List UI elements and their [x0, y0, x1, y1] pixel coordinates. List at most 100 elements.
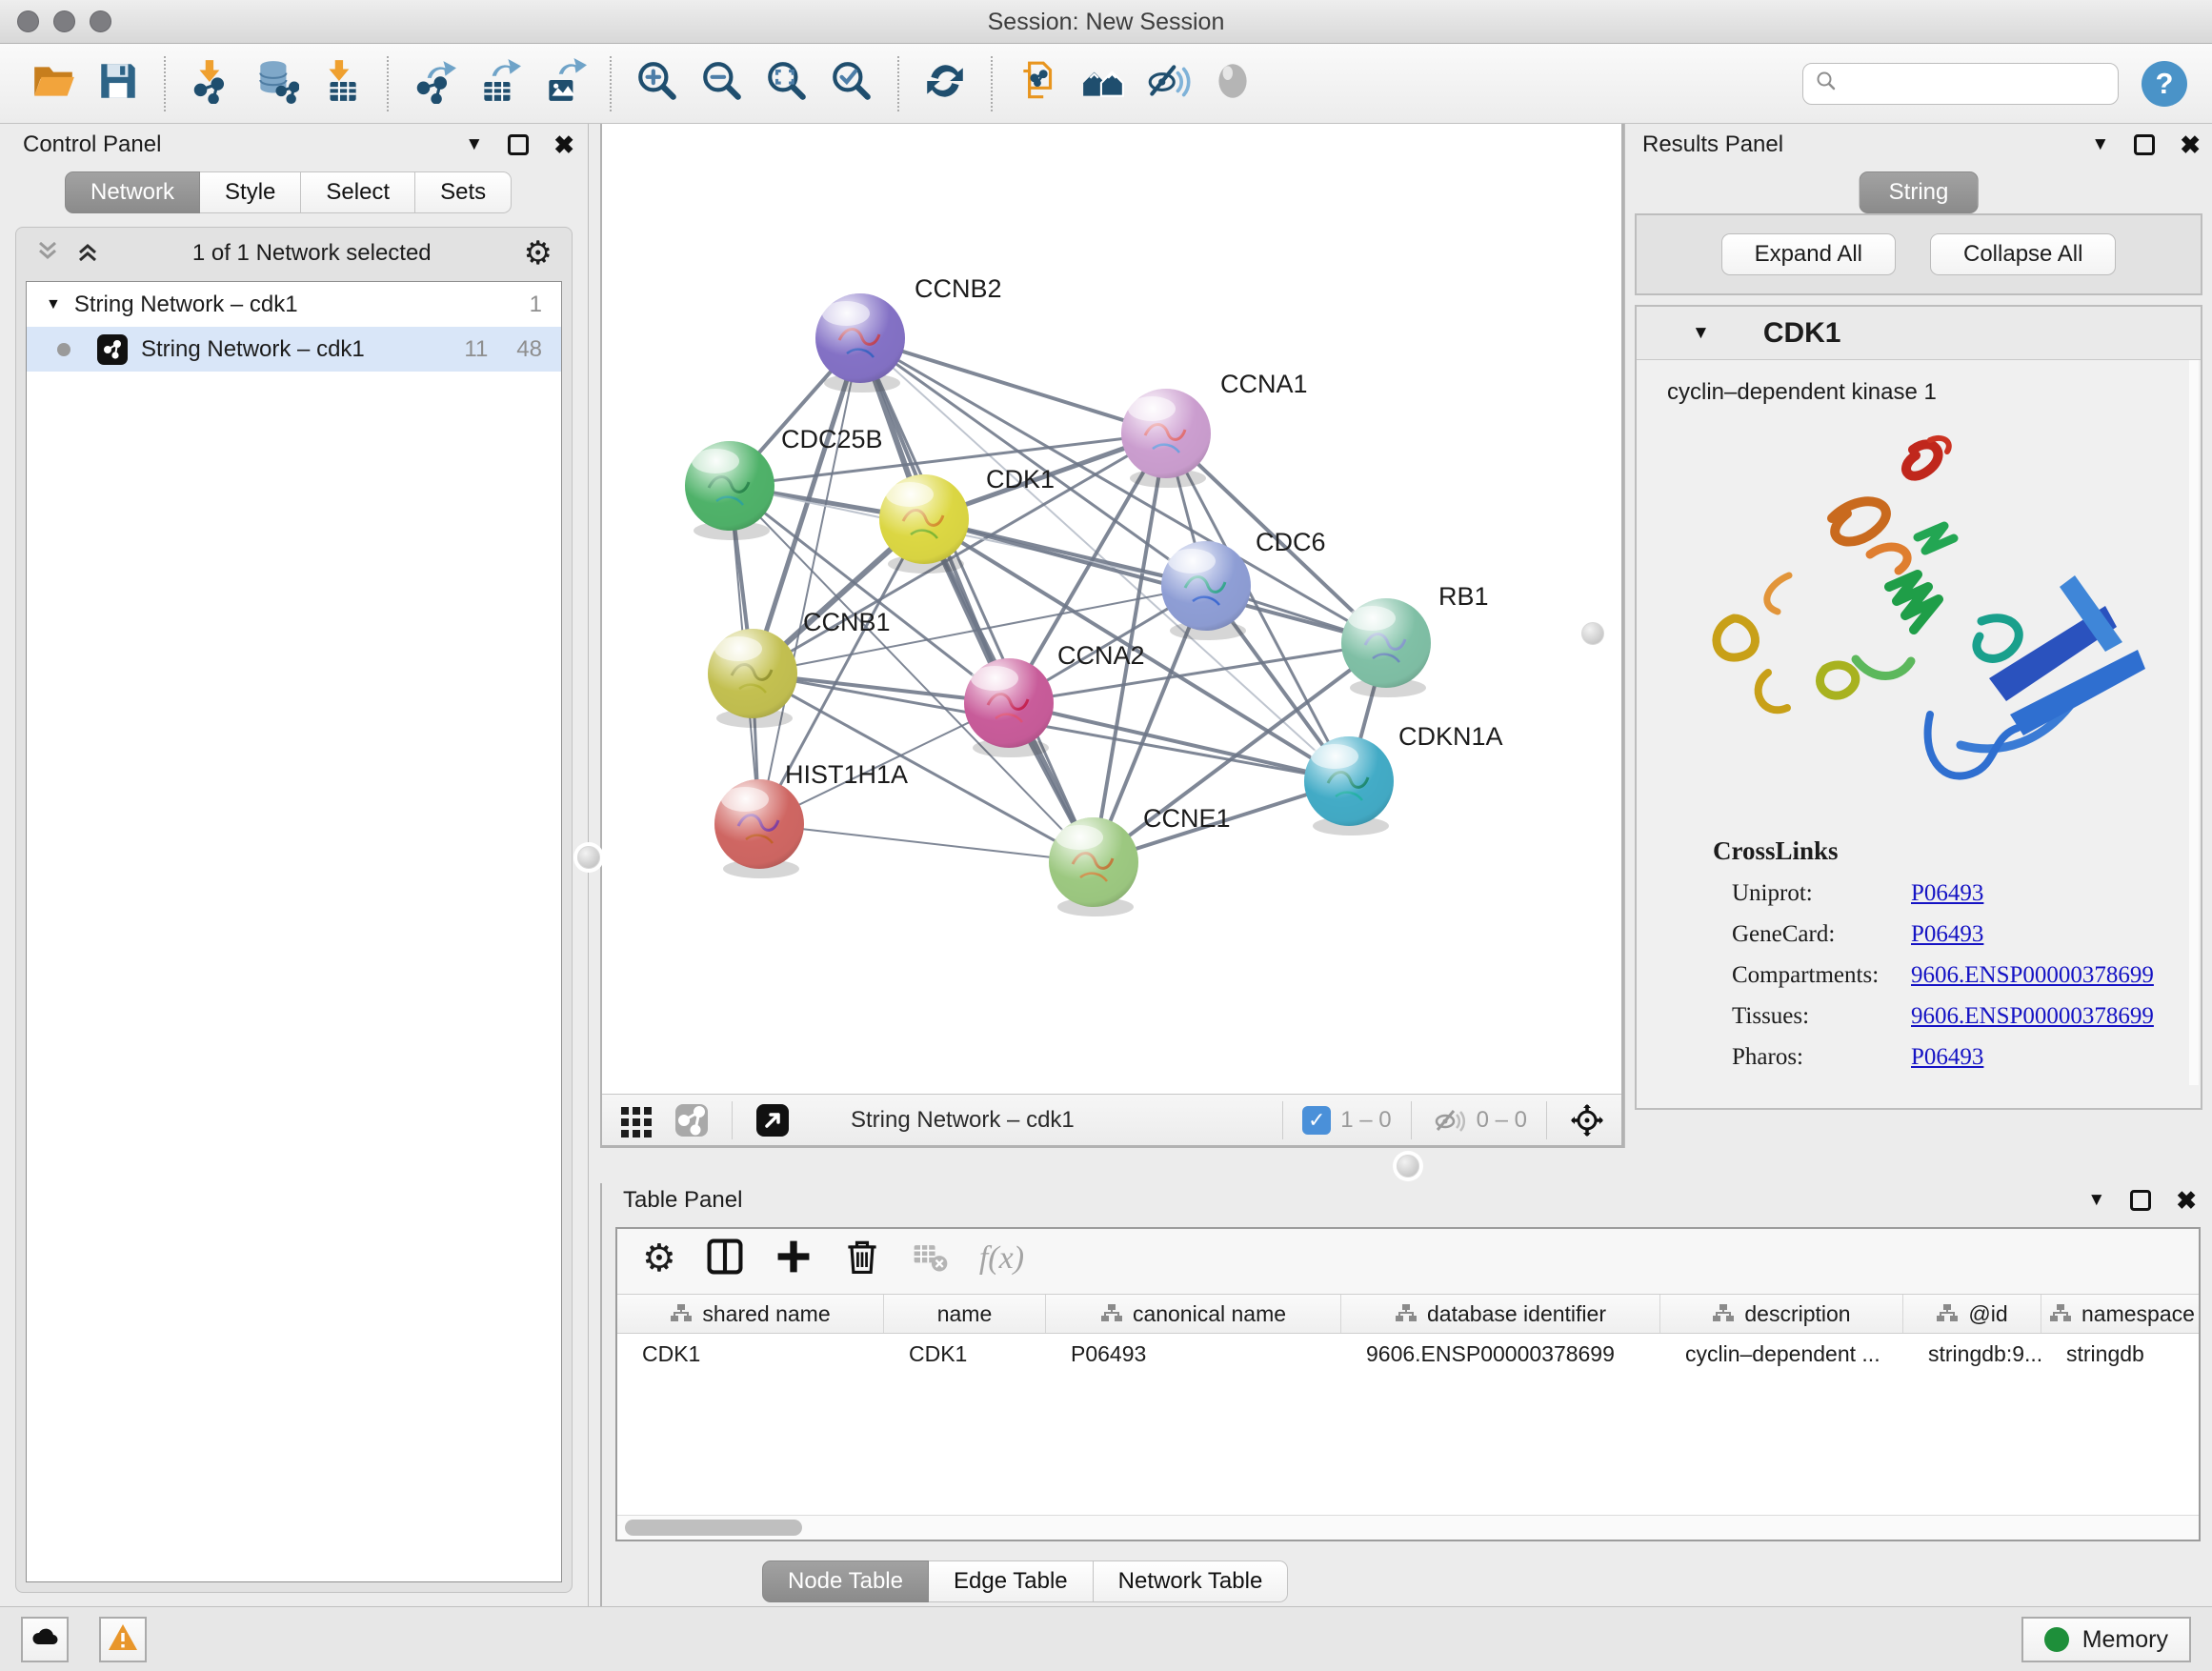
detach-view-icon[interactable] — [752, 1099, 794, 1141]
grid-view-icon[interactable] — [615, 1099, 657, 1141]
tab-string[interactable]: String — [1860, 171, 1979, 213]
birdseye-toggle-button[interactable] — [1204, 55, 1261, 112]
add-column-icon[interactable] — [774, 1237, 814, 1281]
column-header[interactable]: database identifier — [1341, 1295, 1660, 1333]
compartments-link[interactable]: 9606.ENSP00000378699 — [1911, 962, 2154, 989]
minimize-window-button[interactable] — [53, 10, 75, 32]
control-panel-collapse-icon[interactable]: ▼ — [465, 134, 483, 155]
tab-network[interactable]: Network — [65, 171, 200, 213]
maximize-window-button[interactable] — [90, 10, 111, 32]
column-header[interactable]: name — [884, 1295, 1046, 1333]
left-splitter-handle[interactable] — [577, 846, 600, 869]
tab-select[interactable]: Select — [301, 171, 415, 213]
show-columns-icon[interactable] — [705, 1237, 745, 1281]
selected-checkbox[interactable]: ✓ — [1302, 1106, 1331, 1135]
network-edge-CCNB2-CCNA1[interactable] — [860, 338, 1166, 433]
table-options-gear-icon[interactable]: ⚙ — [642, 1239, 676, 1278]
zoom-selected-button[interactable] — [823, 55, 880, 112]
table-scrollbar-thumb[interactable] — [625, 1520, 802, 1536]
network-edge-CCNB2-HIST1H1A[interactable] — [759, 338, 860, 824]
zoom-fit-button[interactable] — [758, 55, 815, 112]
zoom-in-button[interactable] — [629, 55, 686, 112]
gene-section-header[interactable]: ▼ CDK1 — [1637, 307, 2201, 360]
expand-all-networks-icon[interactable] — [75, 239, 100, 269]
export-network-button[interactable] — [406, 55, 463, 112]
search-input[interactable] — [1845, 71, 2120, 96]
table-panel-float-icon[interactable] — [2130, 1190, 2151, 1211]
network-edge-HIST1H1A-CCNE1[interactable] — [759, 824, 1094, 862]
tab-network-table[interactable]: Network Table — [1094, 1560, 1289, 1602]
genecard-link[interactable]: P06493 — [1911, 921, 1983, 948]
open-session-button[interactable] — [25, 55, 82, 112]
results-panel-close-icon[interactable]: ✖ — [2180, 132, 2201, 157]
column-header[interactable]: canonical name — [1046, 1295, 1341, 1333]
warning-icon — [107, 1621, 139, 1659]
import-database-button[interactable] — [248, 55, 305, 112]
network-node-CDC25B[interactable]: CDC25B — [685, 425, 883, 540]
gene-expand-icon[interactable]: ▼ — [1692, 323, 1710, 344]
zoom-out-button[interactable] — [694, 55, 751, 112]
network-node-CCNB1[interactable]: CCNB1 — [708, 608, 891, 728]
tab-style[interactable]: Style — [200, 171, 301, 213]
network-canvas[interactable]: CCNB2CCNA1CDC25BCDK1CDC6RB1CCNB1CCNA2CDK… — [602, 124, 1621, 1094]
houses-icon — [1080, 58, 1126, 109]
collection-label: String Network – cdk1 — [74, 292, 298, 318]
network-node-RB1[interactable]: RB1 — [1341, 582, 1489, 697]
tissues-link[interactable]: 9606.ENSP00000378699 — [1911, 1003, 2154, 1030]
column-header[interactable]: shared name — [617, 1295, 884, 1333]
network-row[interactable]: String Network – cdk1 11 48 — [27, 327, 561, 372]
results-panel-collapse-icon[interactable]: ▼ — [2091, 134, 2109, 155]
tab-node-table[interactable]: Node Table — [762, 1560, 929, 1602]
crosslink-row: Pharos: P06493 — [1732, 1044, 2187, 1071]
column-header[interactable]: @id — [1903, 1295, 2041, 1333]
warning-button[interactable] — [99, 1617, 147, 1662]
open-folder-icon — [30, 58, 76, 109]
network-node-CDK1[interactable]: CDK1 — [879, 465, 1055, 574]
network-node-CCNA1[interactable]: CCNA1 — [1121, 370, 1308, 488]
refresh-button[interactable] — [916, 55, 974, 112]
birdseye-crosshair-icon[interactable] — [1566, 1099, 1608, 1141]
table-row[interactable]: CDK1 CDK1 P06493 9606.ENSP00000378699 cy… — [617, 1334, 2199, 1374]
hidden-eye-icon[interactable] — [1431, 1102, 1467, 1138]
network-options-gear-icon[interactable]: ⚙ — [524, 237, 553, 270]
share-view-icon[interactable] — [671, 1099, 713, 1141]
copy-network-button[interactable] — [1010, 55, 1067, 112]
network-node-CDKN1A[interactable]: CDKN1A — [1304, 722, 1503, 836]
table-header-row: shared name name canonical name database… — [617, 1294, 2199, 1334]
network-collection-row[interactable]: ▼ String Network – cdk1 1 — [27, 282, 561, 327]
column-header[interactable]: namespace — [2041, 1295, 2199, 1333]
network-node-HIST1H1A[interactable]: HIST1H1A — [714, 760, 908, 878]
network-node-CDC6[interactable]: CDC6 — [1161, 528, 1326, 640]
import-table-button[interactable] — [312, 55, 370, 112]
control-panel-close-icon[interactable]: ✖ — [553, 132, 574, 157]
table-panel-collapse-icon[interactable]: ▼ — [2087, 1190, 2105, 1211]
network-edge-CCNA2-CDKN1A[interactable] — [1009, 703, 1349, 781]
export-table-button[interactable] — [471, 55, 528, 112]
collapse-all-button[interactable]: Collapse All — [1930, 233, 2116, 275]
home-string-button[interactable] — [1075, 55, 1132, 112]
cloud-button[interactable] — [21, 1617, 69, 1662]
horizontal-splitter-handle[interactable] — [1397, 1155, 1419, 1178]
uniprot-link[interactable]: P06493 — [1911, 880, 1983, 907]
crosslink-row: Tissues: 9606.ENSP00000378699 — [1732, 1003, 2187, 1030]
column-header[interactable]: description — [1660, 1295, 1903, 1333]
pharos-link[interactable]: P06493 — [1911, 1044, 1983, 1071]
delete-column-icon[interactable] — [842, 1237, 882, 1281]
close-window-button[interactable] — [17, 10, 39, 32]
memory-button[interactable]: Memory — [2021, 1617, 2191, 1662]
help-button[interactable]: ? — [2142, 61, 2187, 107]
hide-unhide-button[interactable] — [1139, 55, 1196, 112]
expand-all-button[interactable]: Expand All — [1721, 233, 1896, 275]
collection-expand-icon[interactable]: ▼ — [46, 296, 61, 313]
results-panel-float-icon[interactable] — [2134, 134, 2155, 155]
results-scrollbar[interactable] — [2189, 360, 2199, 1085]
tab-edge-table[interactable]: Edge Table — [929, 1560, 1094, 1602]
export-image-button[interactable] — [535, 55, 593, 112]
import-network-button[interactable] — [183, 55, 240, 112]
tab-sets[interactable]: Sets — [415, 171, 512, 213]
save-session-button[interactable] — [90, 55, 147, 112]
control-panel-float-icon[interactable] — [508, 134, 529, 155]
collapse-all-networks-icon[interactable] — [35, 239, 60, 269]
right-splitter-handle[interactable] — [1581, 622, 1604, 645]
table-panel-close-icon[interactable]: ✖ — [2176, 1188, 2197, 1213]
